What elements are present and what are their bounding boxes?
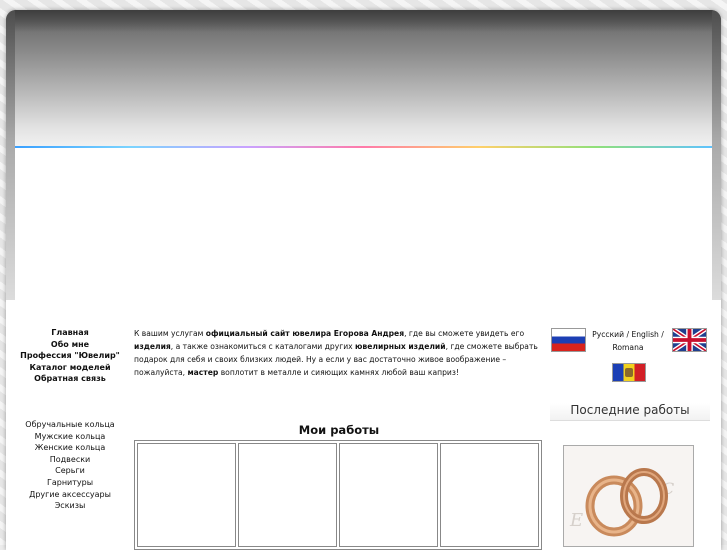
intro-part-1: К вашим услугам (134, 329, 206, 338)
catalog-sketches-link[interactable]: Эскизы (15, 500, 125, 512)
language-switcher: Русский / English / Romana (586, 329, 670, 354)
intro-bold-products: изделия (134, 342, 171, 351)
catalog-wedding-rings-link[interactable]: Обручальные кольца (15, 419, 125, 431)
intro-bold-site: официальный сайт ювелира Егорова Андрея (205, 329, 405, 338)
works-gallery (134, 440, 542, 550)
work-thumbnail[interactable] (440, 443, 539, 547)
banner-image-area (15, 148, 712, 288)
catalog-earrings-link[interactable]: Серьги (15, 465, 125, 477)
uk-flag-graphic (673, 329, 706, 351)
main-menu: Главная Обо мне Профессия "Ювелир" Катал… (15, 327, 125, 385)
lang-ro-link[interactable]: Romana (612, 343, 643, 352)
latest-work-image[interactable]: E C (563, 445, 694, 547)
catalog-sets-link[interactable]: Гарнитуры (15, 477, 125, 489)
lang-separator-2: / (658, 330, 664, 339)
moldova-flag-icon[interactable] (612, 363, 646, 382)
nav-home-link[interactable]: Главная (15, 327, 125, 339)
intro-bold-master: мастер (187, 368, 219, 377)
header-rim (6, 10, 721, 32)
work-thumbnail[interactable] (137, 443, 236, 547)
works-heading: Мои работы (298, 423, 380, 437)
catalog-pendants-link[interactable]: Подвески (15, 454, 125, 466)
catalog-womens-rings-link[interactable]: Женские кольца (15, 442, 125, 454)
nav-contact-link[interactable]: Обратная связь (15, 373, 125, 385)
intro-bold-jewelry: ювелирных изделий (355, 342, 446, 351)
header-divider (15, 146, 712, 148)
catalog-accessories-link[interactable]: Другие аксессуары (15, 489, 125, 501)
catalog-menu: Обручальные кольца Мужские кольца Женски… (15, 419, 125, 512)
uk-flag-icon[interactable] (672, 328, 707, 352)
work-thumbnail[interactable] (339, 443, 438, 547)
lang-en-link[interactable]: English (631, 330, 658, 339)
svg-text:E: E (569, 510, 583, 531)
intro-text: К вашим услугам официальный сайт ювелира… (134, 327, 544, 379)
catalog-mens-rings-link[interactable]: Мужские кольца (15, 431, 125, 443)
rings-photo-icon: E C (564, 446, 693, 546)
nav-about-link[interactable]: Обо мне (15, 339, 125, 351)
intro-part-2: , где вы сможете увидеть его (404, 329, 525, 338)
nav-catalog-link[interactable]: Каталог моделей (15, 362, 125, 374)
intro-part-5: воплотит в металле и сияющих камнях любо… (218, 368, 459, 377)
lang-ru-link[interactable]: Русский (592, 330, 624, 339)
nav-profession-link[interactable]: Профессия "Ювелир" (15, 350, 125, 362)
moldova-emblem-icon (625, 368, 633, 377)
work-thumbnail[interactable] (238, 443, 337, 547)
intro-part-3: , а также ознакомиться с каталогами друг… (170, 342, 356, 351)
frame-left-edge (6, 10, 15, 300)
frame-right-edge (712, 10, 721, 300)
russian-flag-icon[interactable] (551, 328, 586, 352)
latest-works-heading: Последние работы (550, 403, 710, 421)
